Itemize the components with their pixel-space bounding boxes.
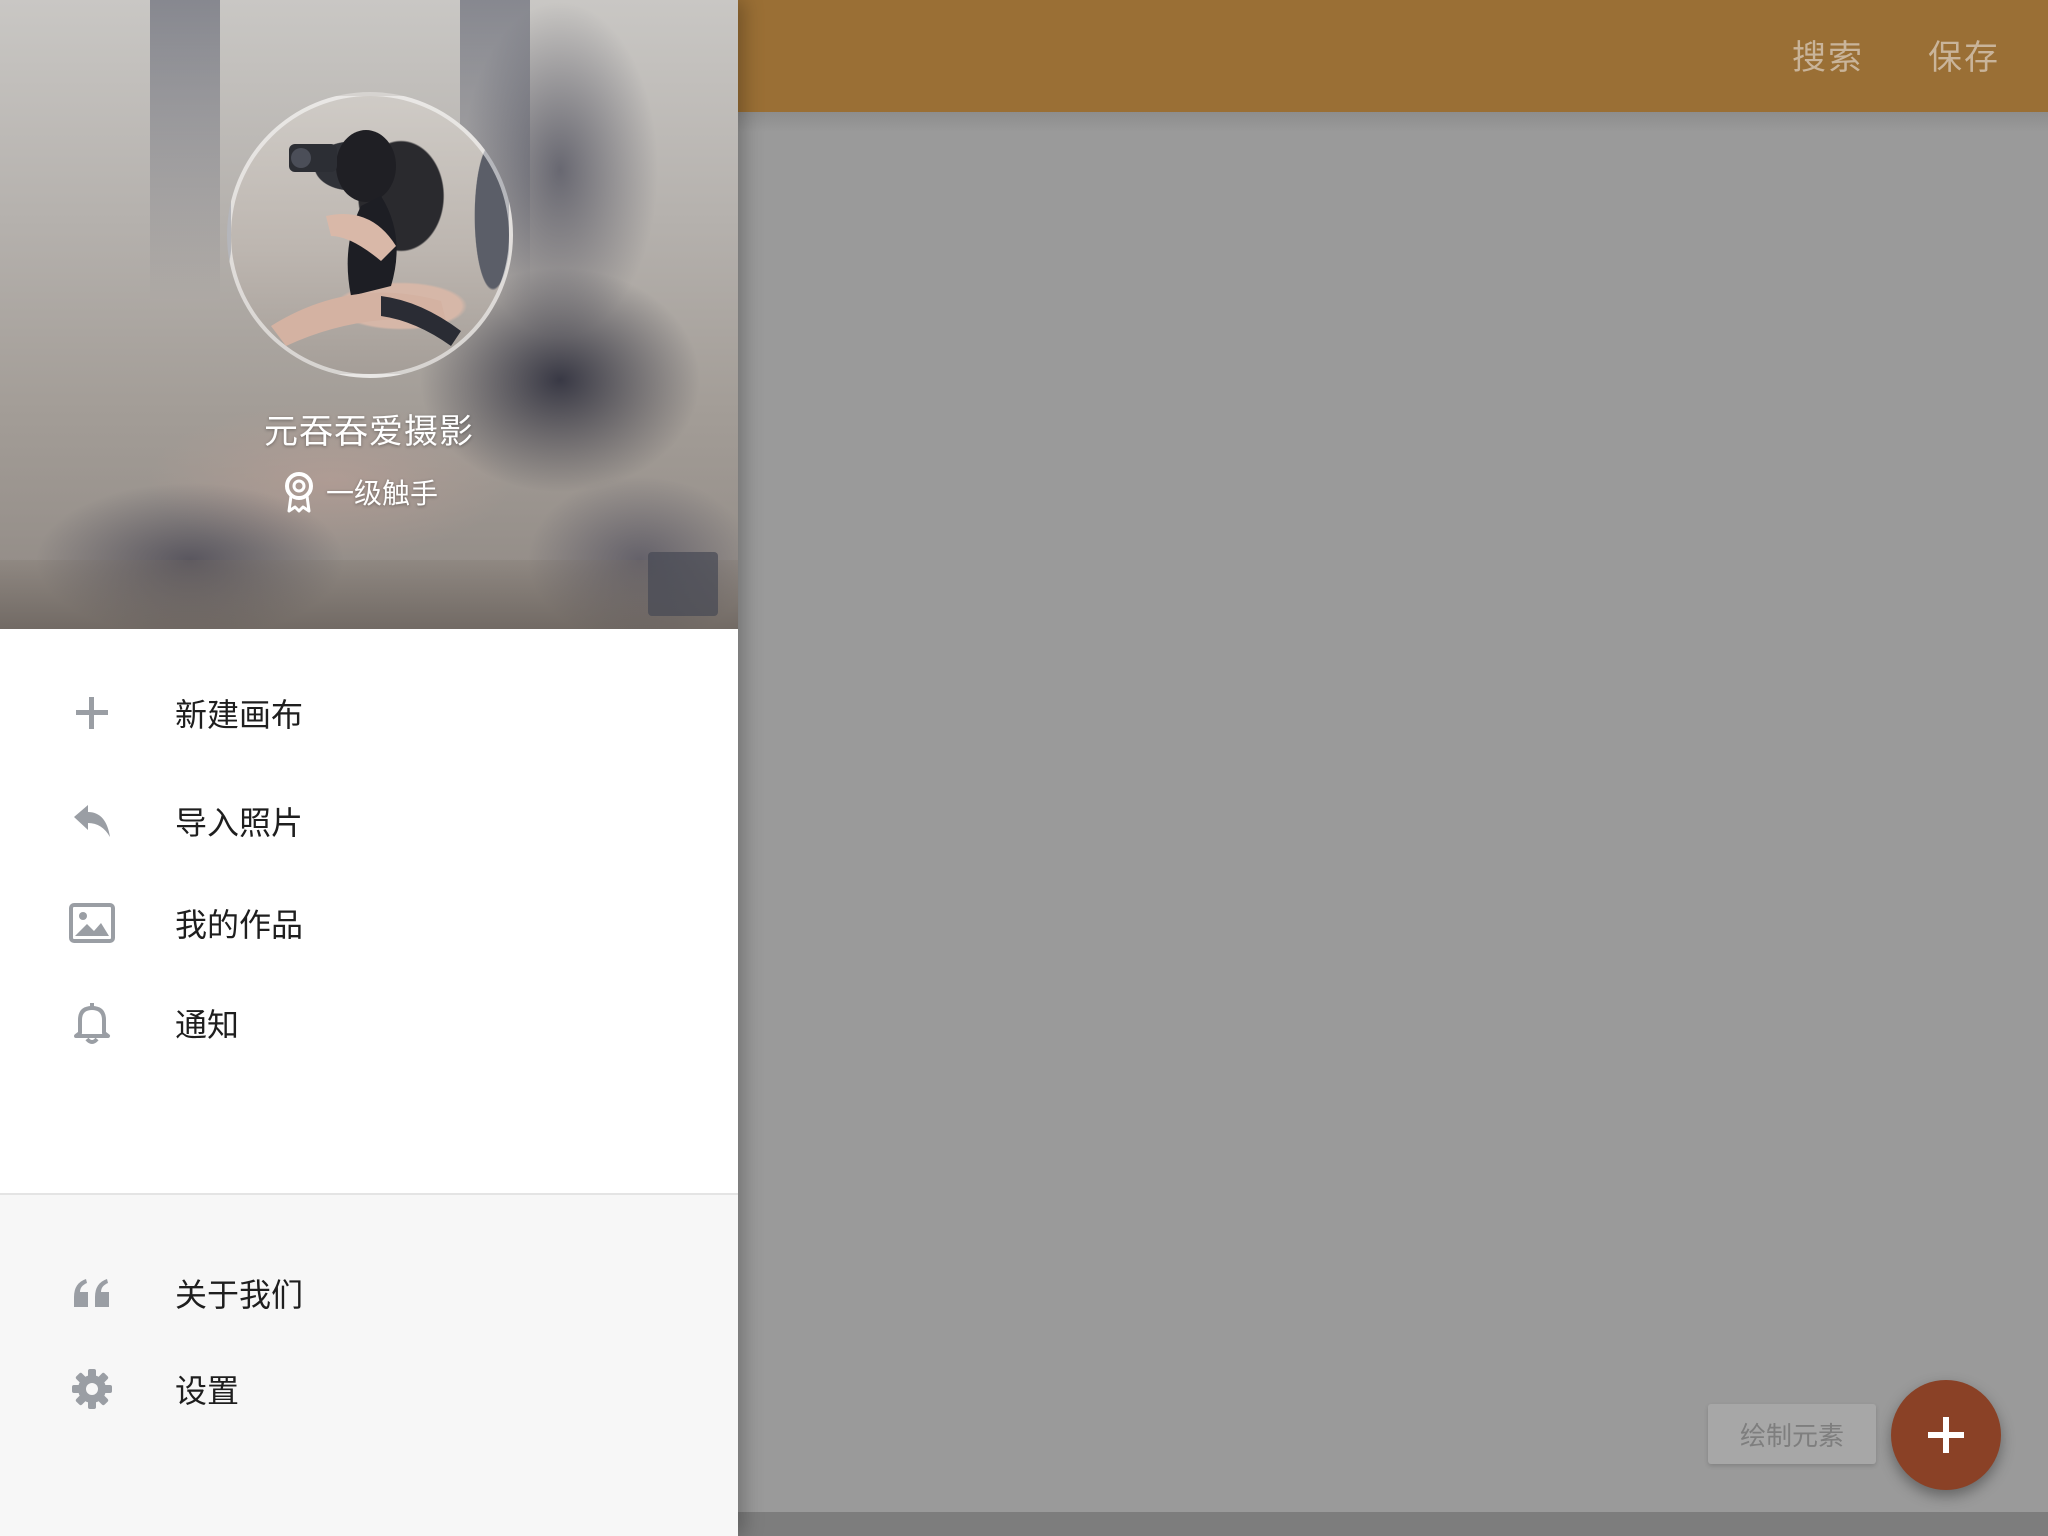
menu-item-import-photo[interactable]: 导入照片	[0, 773, 738, 869]
save-button[interactable]: 保存	[1928, 30, 2000, 79]
plus-icon	[1928, 1417, 1964, 1453]
image-icon	[66, 897, 118, 949]
quote-icon	[66, 1267, 118, 1319]
navigation-drawer: 元吞吞爱摄影 一级触手 新建画布 导入照片 我的作品 通知 关于我们 设置	[0, 0, 738, 1536]
user-level-label: 一级触手	[326, 477, 439, 510]
menu-item-label: 我的作品	[175, 906, 304, 944]
menu-item-label: 导入照片	[175, 804, 304, 842]
background-pillar	[150, 0, 220, 300]
background-ground	[0, 560, 738, 629]
menu-item-label: 关于我们	[175, 1276, 304, 1314]
menu-item-new-canvas[interactable]: 新建画布	[0, 665, 738, 761]
add-fab-button[interactable]	[1891, 1380, 2001, 1490]
drawer-header: 元吞吞爱摄影 一级触手	[0, 0, 738, 629]
drawer-menu: 新建画布 导入照片 我的作品 通知	[0, 629, 738, 1193]
avatar[interactable]	[227, 92, 513, 378]
drawer-footer: 关于我们 设置	[0, 1193, 738, 1536]
menu-item-label: 设置	[175, 1372, 240, 1410]
user-name: 元吞吞爱摄影	[264, 412, 474, 452]
menu-item-about-us[interactable]: 关于我们	[0, 1245, 738, 1341]
search-button[interactable]: 搜索	[1792, 30, 1864, 79]
bell-icon	[66, 997, 118, 1049]
gear-icon	[66, 1363, 118, 1415]
user-level: 一级触手	[282, 470, 438, 514]
draw-element-button[interactable]: 绘制元素	[1708, 1404, 1876, 1464]
avatar-photo	[271, 130, 461, 346]
menu-item-label: 通知	[175, 1006, 240, 1044]
menu-item-notifications[interactable]: 通知	[0, 975, 738, 1071]
corner-thumbnail	[648, 552, 718, 616]
menu-item-settings[interactable]: 设置	[0, 1341, 738, 1437]
plus-icon	[66, 687, 118, 739]
menu-item-my-works[interactable]: 我的作品	[0, 875, 738, 971]
badge-icon	[282, 471, 316, 513]
menu-item-label: 新建画布	[175, 696, 304, 734]
reply-icon	[66, 795, 118, 847]
